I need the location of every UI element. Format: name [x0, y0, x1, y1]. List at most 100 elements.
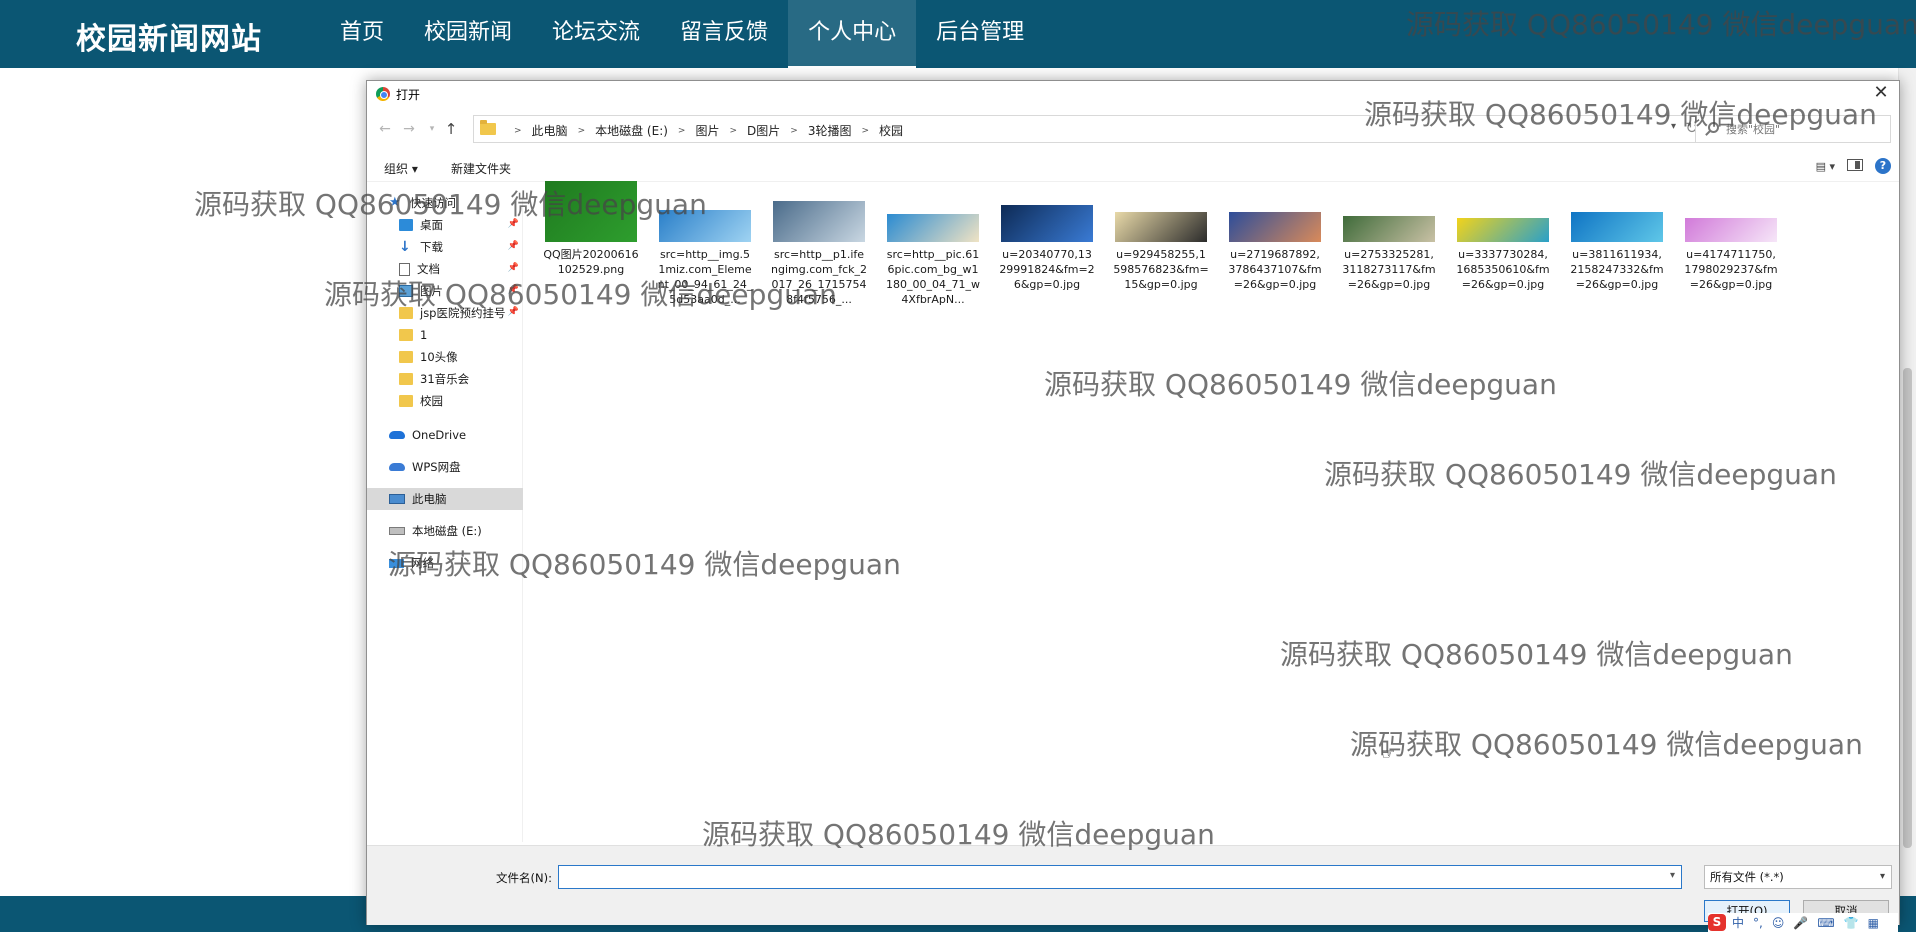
nav-item-4[interactable]: 个人中心 — [788, 0, 917, 68]
nav-quick-item[interactable]: 10头像 — [367, 346, 523, 368]
nav-quick-item[interactable]: 31音乐会 — [367, 368, 523, 390]
nav-pane-label: 图片 — [420, 284, 443, 298]
page-scrollbar[interactable] — [1898, 68, 1916, 896]
nav-quick-item[interactable]: 图片 📌 — [367, 280, 523, 302]
nav-quick-item[interactable]: 1 — [367, 324, 523, 346]
nav-quick-item[interactable]: jsp医院预约挂号 📌 — [367, 302, 523, 324]
view-options-icon[interactable]: ▤ ▾ — [1816, 160, 1835, 173]
nav-quick-access[interactable]: ★ 快速访问 — [367, 192, 523, 214]
site-header: 校园新闻网站 首页 校园新闻 论坛交流 留言反馈 个人中心 后台管理 — [0, 0, 1916, 68]
file-item[interactable]: u=3811611934,2158247332&fm=26&gp=0.jpg — [1560, 202, 1674, 307]
nav-pane-label: 校园 — [420, 394, 443, 408]
dialog-toolbar: 组织 ▾ 新建文件夹 ▤ ▾ ? — [367, 152, 1899, 182]
ime-tray-icon[interactable]: 🎤 — [1793, 916, 1808, 930]
breadcrumb-item[interactable]: 此电脑 — [532, 122, 568, 139]
nav-quick-item[interactable]: 文档 📌 — [367, 258, 523, 280]
ime-tray-icon[interactable]: 中 — [1732, 914, 1744, 931]
nav-quick-item[interactable]: 桌面 📌 — [367, 214, 523, 236]
ime-tray-icon[interactable]: ☺ — [1772, 916, 1785, 930]
nav-item-5[interactable]: 后台管理 — [916, 0, 1044, 68]
file-name: u=2753325281,3118273117&fm=26&gp=0.jpg — [1342, 248, 1436, 291]
image-thumbnail — [1571, 212, 1663, 242]
nav-pane-label: 31音乐会 — [420, 372, 470, 386]
forward-arrow-icon[interactable]: → — [400, 120, 418, 138]
breadcrumb-item[interactable]: 校园 — [879, 122, 903, 139]
close-button[interactable]: ✕ — [1869, 83, 1893, 105]
search-input[interactable] — [1726, 119, 1876, 139]
file-item[interactable]: u=929458255,1598576823&fm=15&gp=0.jpg — [1104, 202, 1218, 307]
breadcrumb-separator-icon[interactable]: > — [790, 126, 798, 136]
file-item[interactable]: u=4174711750,1798029237&fm=26&gp=0.jpg — [1674, 202, 1788, 307]
image-thumbnail — [887, 214, 979, 242]
ime-tray-icon[interactable]: ⌨ — [1817, 916, 1834, 930]
file-item[interactable]: src=http__img.51miz.com_Element_00_94_61… — [648, 202, 762, 307]
page-scroll-thumb[interactable] — [1903, 368, 1912, 848]
file-item[interactable]: QQ图片20200616102529.png — [534, 181, 648, 307]
recent-locations-chevron-icon[interactable]: ▾ — [423, 120, 441, 138]
nav-pane-label: OneDrive — [412, 428, 467, 442]
nav-item-2[interactable]: 论坛交流 — [532, 0, 660, 68]
breadcrumb-item[interactable]: D图片 — [747, 122, 780, 139]
address-dropdown-chevron-icon[interactable]: ▾ — [1671, 121, 1676, 132]
filename-input[interactable] — [563, 868, 1653, 886]
search-box[interactable] — [1695, 115, 1891, 143]
image-thumbnail — [545, 181, 637, 242]
nav-item-3[interactable]: 留言反馈 — [660, 0, 788, 68]
new-folder-button[interactable]: 新建文件夹 — [451, 160, 511, 177]
pin-icon: 📌 — [507, 263, 519, 273]
breadcrumb-item[interactable]: 3轮播图 — [808, 122, 852, 139]
breadcrumb-separator-icon[interactable]: > — [578, 126, 586, 136]
breadcrumb-item[interactable]: 本地磁盘 (E:) — [595, 122, 668, 139]
nav-quick-item[interactable]: ↓ 下载 📌 — [367, 236, 523, 258]
sogou-ime-logo[interactable]: S — [1708, 914, 1726, 931]
breadcrumb-separator-icon[interactable]: > — [678, 126, 686, 136]
wps-cloud-icon — [389, 463, 405, 471]
file-list-scrollbar[interactable] — [1864, 192, 1880, 842]
dialog-footer: 文件名(N): ▾ 所有文件 (*.*) ▾ 打开(O) 取消 — [367, 845, 1899, 925]
breadcrumb-separator-icon[interactable]: > — [514, 126, 522, 136]
up-arrow-icon[interactable]: ↑ — [442, 120, 460, 138]
organize-button[interactable]: 组织 ▾ — [384, 160, 418, 177]
drive-icon — [389, 527, 405, 535]
nav-item-1[interactable]: 校园新闻 — [404, 0, 532, 68]
nav-pane-label: 1 — [420, 328, 428, 342]
ime-tray-icon[interactable]: 👕 — [1844, 916, 1859, 930]
ime-tray-icon[interactable]: °, — [1753, 916, 1763, 930]
image-thumbnail — [1685, 218, 1777, 242]
image-thumbnail — [773, 201, 865, 242]
download-icon: ↓ — [399, 239, 411, 255]
file-name: src=http__img.51miz.com_Element_00_94_61… — [657, 248, 753, 306]
breadcrumb-separator-icon[interactable]: > — [729, 126, 737, 136]
back-arrow-icon[interactable]: ← — [376, 120, 394, 138]
pictures-icon — [399, 285, 413, 297]
filename-dropdown-chevron-icon[interactable]: ▾ — [1670, 870, 1675, 881]
nav-quick-item[interactable]: 校园 — [367, 390, 523, 412]
folder-icon — [399, 373, 413, 385]
nav-wps[interactable]: WPS网盘 — [367, 456, 523, 478]
preview-pane-icon[interactable] — [1847, 159, 1863, 171]
file-list[interactable]: QQ图片20200616102529.png src=http__img.51mi… — [524, 181, 1880, 842]
nav-item-0[interactable]: 首页 — [320, 0, 404, 68]
nav-network[interactable]: 网络 — [367, 552, 523, 574]
file-item[interactable]: u=20340770,1329991824&fm=26&gp=0.jpg — [990, 202, 1104, 307]
file-item[interactable]: u=2753325281,3118273117&fm=26&gp=0.jpg — [1332, 202, 1446, 307]
nav-this-pc[interactable]: 此电脑 — [367, 488, 523, 510]
nav-pane-label: WPS网盘 — [412, 460, 461, 474]
address-bar[interactable]: > 此电脑 > 本地磁盘 (E:) > 图片 > D图片 >3轮播图 > 校园 ▾ ↻ — [473, 115, 1705, 143]
file-grid: QQ图片20200616102529.png src=http__img.51mi… — [534, 181, 1788, 307]
dialog-titlebar[interactable]: 打开 ✕ — [367, 81, 1899, 107]
file-item[interactable]: src=http__pic.616pic.com_bg_w1180_00_04_… — [876, 202, 990, 307]
ime-tray-icon[interactable]: ▦ — [1868, 916, 1879, 930]
file-item[interactable]: u=2719687892,3786437107&fm=26&gp=0.jpg — [1218, 202, 1332, 307]
filename-field[interactable]: ▾ — [558, 865, 1682, 889]
file-item[interactable]: src=http__p1.ifengimg.com_fck_2017_26_17… — [762, 201, 876, 307]
filetype-select[interactable]: 所有文件 (*.*) ▾ — [1704, 865, 1892, 889]
nav-onedrive[interactable]: OneDrive — [367, 424, 523, 446]
breadcrumb-item[interactable]: 图片 — [695, 122, 719, 139]
file-item[interactable]: u=3337730284,1685350610&fm=26&gp=0.jpg — [1446, 202, 1560, 307]
breadcrumb-separator-icon[interactable]: > — [861, 126, 869, 136]
help-icon[interactable]: ? — [1875, 158, 1891, 174]
nav-local-disk[interactable]: 本地磁盘 (E:) — [367, 520, 523, 542]
nav-pane-label: 本地磁盘 (E:) — [412, 524, 482, 538]
nav-pane-label: 桌面 — [420, 218, 443, 232]
